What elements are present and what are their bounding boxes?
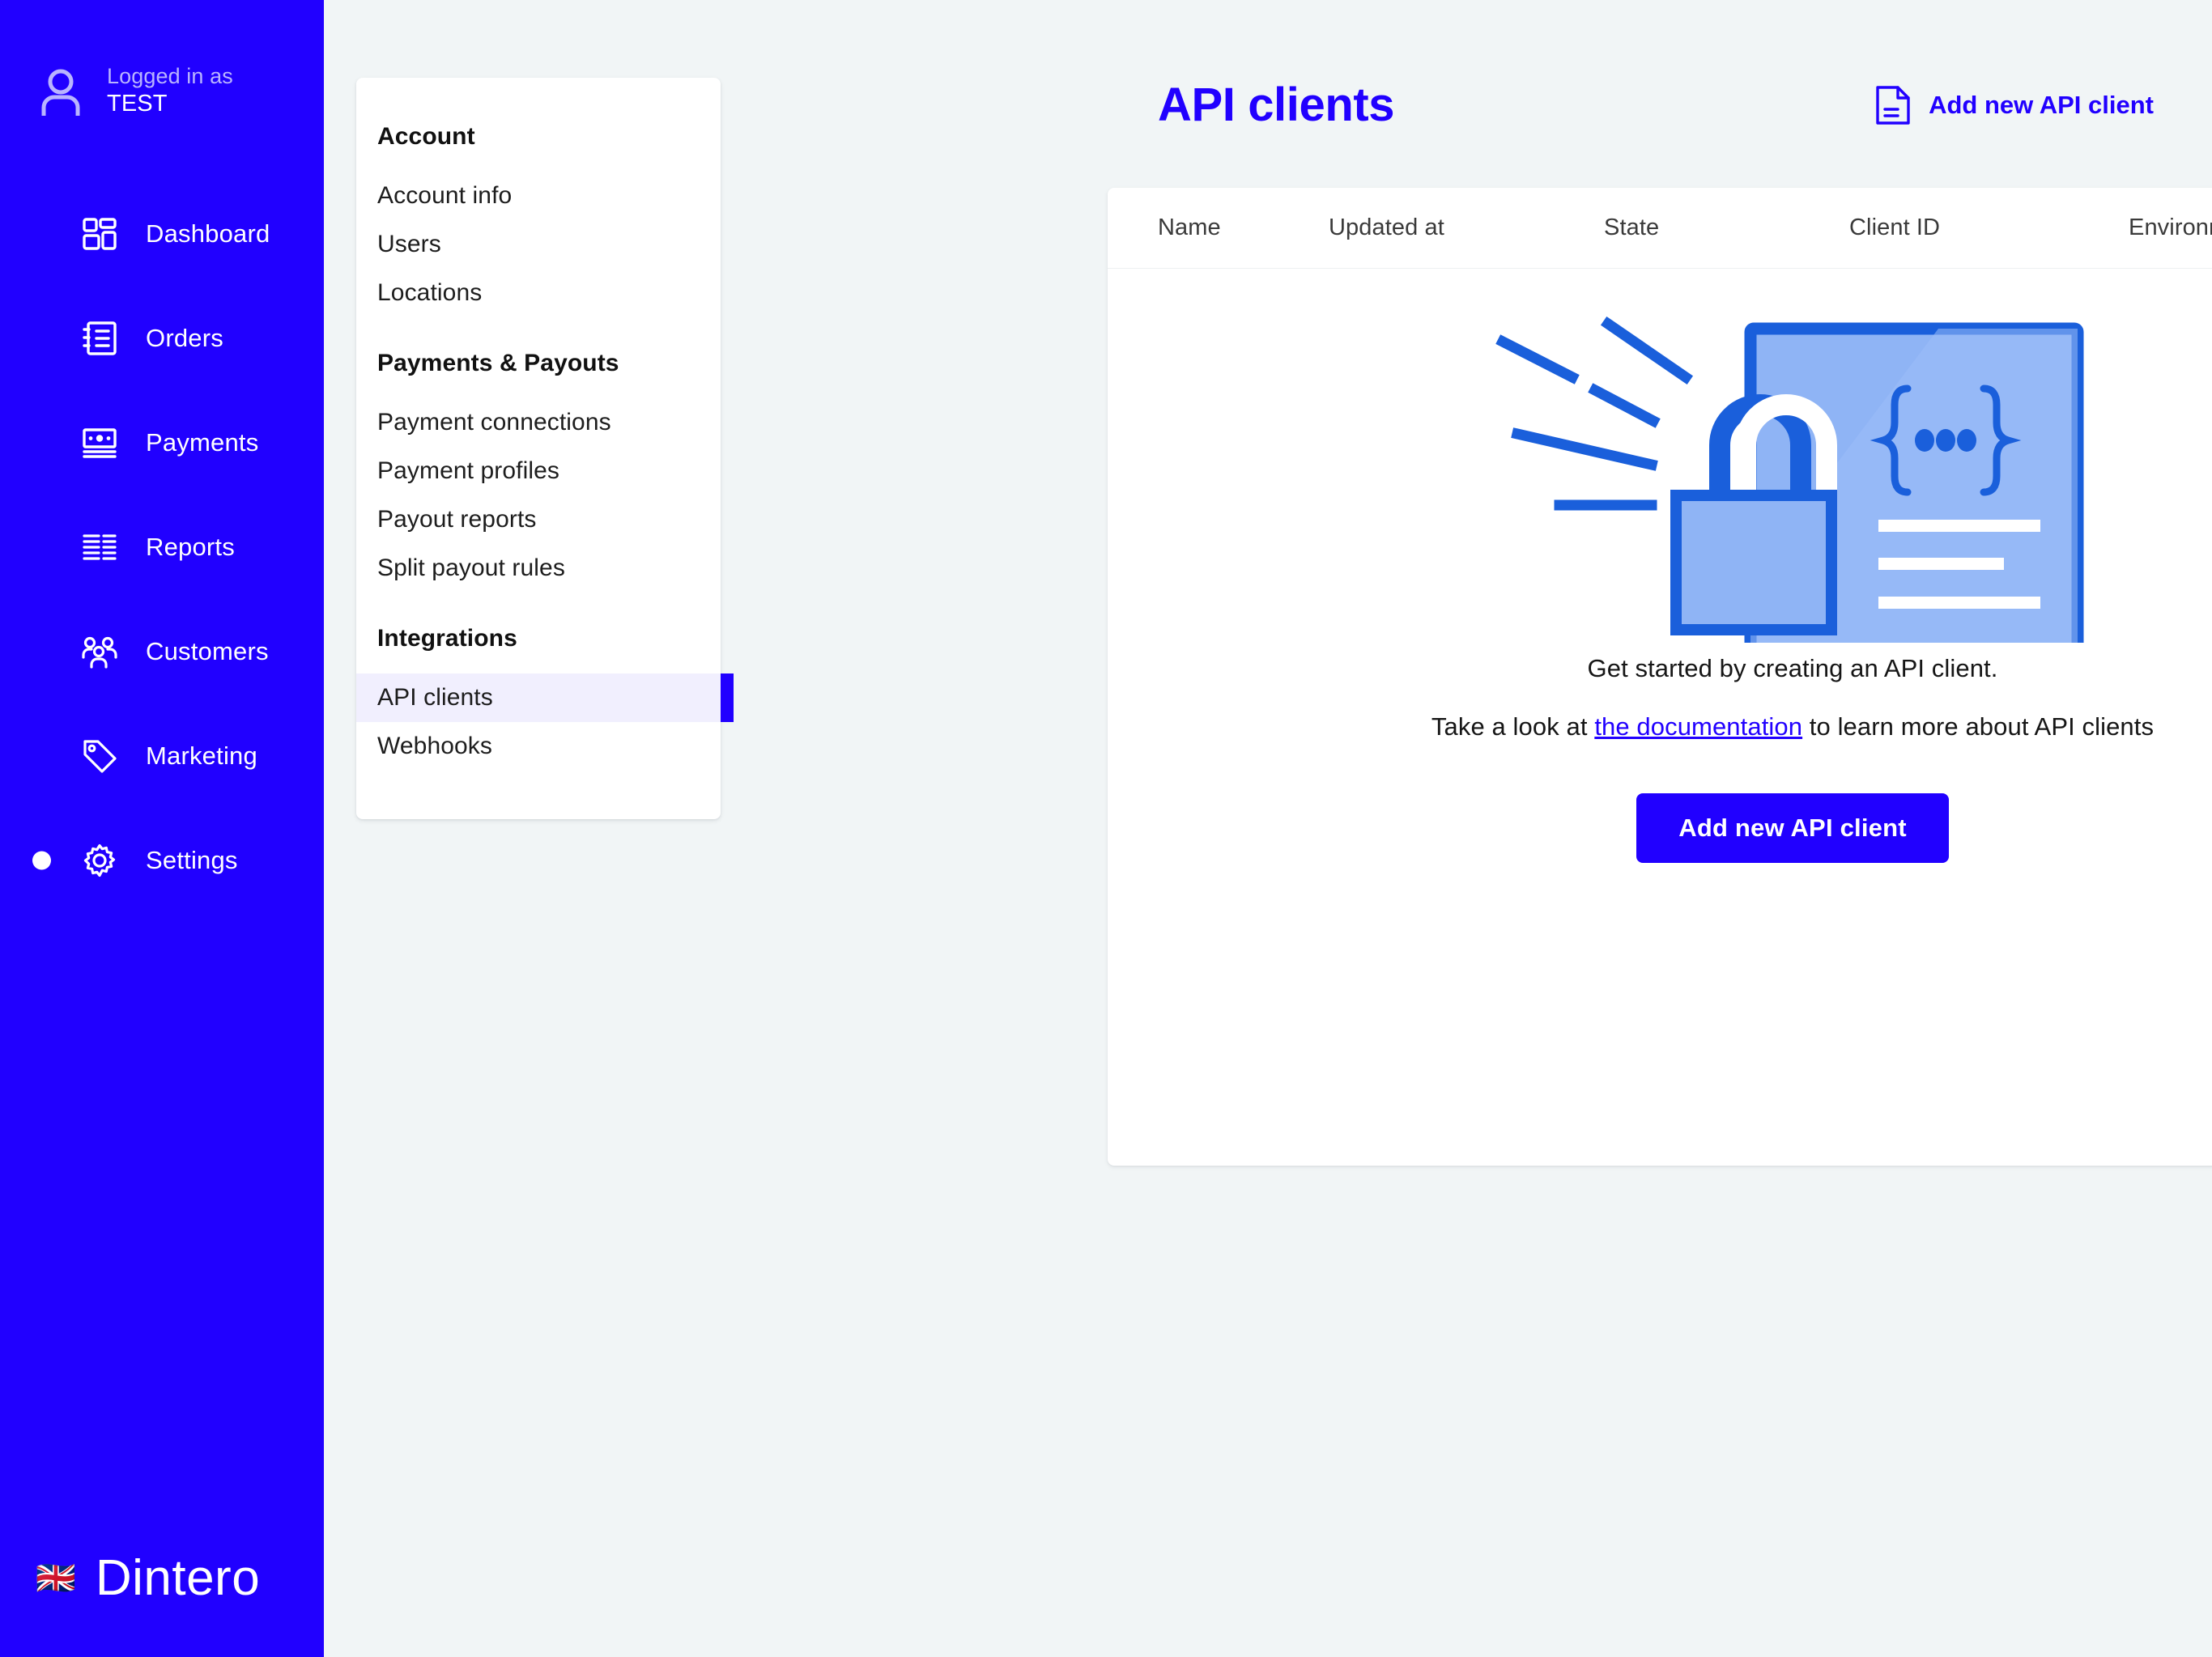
logged-in-user[interactable]: Logged in as TEST [0, 0, 324, 118]
dashboard-icon [81, 215, 118, 253]
document-icon [1875, 85, 1911, 125]
main-content: API clients Add new API client Name Upda… [324, 0, 2212, 1657]
empty-state-subtext-prefix: Take a look at [1431, 712, 1595, 741]
banknote-icon [81, 424, 118, 461]
sidebar-item-reports[interactable]: Reports [0, 495, 324, 599]
sidebar-item-label: Orders [146, 323, 223, 352]
logged-in-label: Logged in as [107, 64, 233, 88]
brand-name: Dintero [95, 1550, 261, 1606]
marketing-tag-icon [81, 737, 118, 775]
customers-people-icon [81, 633, 118, 670]
add-new-api-client-link-label: Add new API client [1929, 90, 2154, 119]
sidebar-item-settings[interactable]: Settings [0, 808, 324, 912]
sidebar-item-customers[interactable]: Customers [0, 599, 324, 703]
empty-state: Get started by creating an API client. T… [1108, 269, 2212, 863]
sidebar-item-dashboard[interactable]: Dashboard [0, 181, 324, 286]
column-header-client-id: Client ID [1849, 215, 1941, 240]
uk-flag-icon: 🇬🇧 [36, 1560, 76, 1596]
orders-book-icon [81, 320, 118, 357]
sidebar-item-label: Marketing [146, 741, 257, 770]
active-indicator-dot [32, 851, 51, 870]
sidebar-item-label: Customers [146, 636, 269, 665]
table-header-row: Name Updated at State Client ID Environm… [1108, 188, 2212, 269]
sidebar-item-payments[interactable]: Payments [0, 390, 324, 495]
primary-navigation: Dashboard Orders Payments Reports Custom… [0, 181, 324, 912]
gear-icon [81, 842, 118, 879]
column-header-updated-at: Updated at [1329, 215, 1444, 240]
column-header-state: State [1604, 215, 1660, 240]
reports-bars-icon [81, 529, 118, 566]
column-header-name: Name [1158, 215, 1221, 240]
sidebar-item-label: Payments [146, 427, 259, 457]
sidebar: Logged in as TEST Dashboard Orders Payme… [0, 0, 324, 1657]
empty-state-subtext: Take a look at the documentation to lear… [1431, 712, 2154, 741]
sidebar-item-orders[interactable]: Orders [0, 286, 324, 390]
brand-logo: 🇬🇧 Dintero [36, 1549, 260, 1607]
page-title: API clients [1158, 79, 1395, 131]
page-header: API clients Add new API client [1158, 78, 2154, 132]
column-header-environment: Environment [2129, 215, 2212, 240]
sidebar-item-label: Dashboard [146, 219, 270, 248]
documentation-link[interactable]: the documentation [1594, 712, 1802, 741]
sidebar-item-label: Settings [146, 845, 238, 874]
sidebar-item-marketing[interactable]: Marketing [0, 703, 324, 808]
api-lock-monitor-illustration [1485, 303, 2100, 760]
add-new-api-client-button[interactable]: Add new API client [1636, 793, 1949, 863]
logged-in-name: TEST [107, 90, 168, 117]
user-avatar-icon [36, 66, 86, 118]
app-root: Logged in as TEST Dashboard Orders Payme… [0, 0, 2212, 1657]
api-clients-card: Name Updated at State Client ID Environm… [1108, 188, 2212, 1166]
sidebar-item-label: Reports [146, 532, 235, 561]
empty-state-heading: Get started by creating an API client. [1587, 654, 1998, 682]
add-new-api-client-link[interactable]: Add new API client [1875, 85, 2154, 125]
empty-state-subtext-suffix: to learn more about API clients [1802, 712, 2155, 741]
